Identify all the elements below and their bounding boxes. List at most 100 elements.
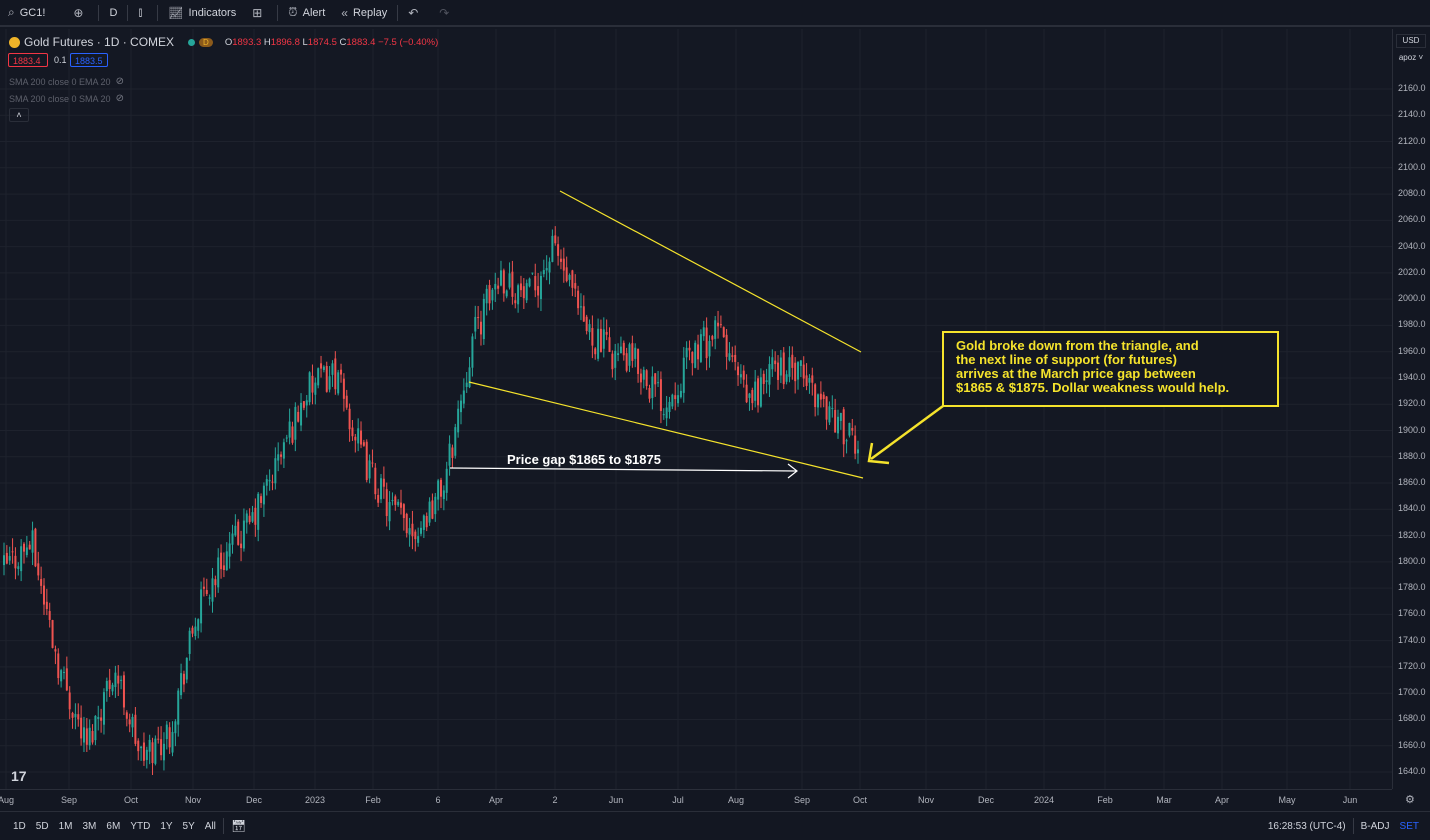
- goto-date-icon[interactable]: 📅︎: [226, 819, 251, 833]
- badj-toggle[interactable]: B-ADJ: [1356, 821, 1395, 832]
- layouts-button[interactable]: ⊞: [244, 0, 275, 26]
- chart-pane[interactable]: 17: [0, 29, 1392, 789]
- candle-body: [397, 501, 400, 506]
- candle-body: [739, 374, 742, 378]
- candle-body: [422, 515, 425, 530]
- candle-body: [414, 531, 417, 540]
- price-chart[interactable]: 17: [0, 29, 1392, 789]
- candle-body: [551, 235, 554, 262]
- candle-body: [662, 414, 665, 416]
- candle-body: [845, 440, 848, 442]
- currency-selector[interactable]: USD: [1396, 34, 1426, 48]
- indicator-row-2[interactable]: SMA 200 close 0 SMA 20 ⊘: [9, 93, 124, 104]
- indicators-button[interactable]: 📈︎ Indicators: [160, 0, 244, 26]
- candle-body: [465, 382, 468, 387]
- candle-body: [57, 653, 60, 679]
- note-line: the next line of support (for futures): [956, 352, 1177, 367]
- range-5d[interactable]: 5D: [31, 821, 54, 832]
- callout-note[interactable]: Gold broke down from the triangle, and t…: [942, 331, 1279, 407]
- candle-body: [345, 395, 348, 408]
- price-label: 1900.0: [1398, 424, 1426, 435]
- toolbar-divider: [397, 4, 399, 21]
- candle-body: [325, 365, 328, 392]
- candle-body: [602, 329, 605, 349]
- range-ytd[interactable]: YTD: [125, 821, 155, 832]
- range-5y[interactable]: 5Y: [178, 821, 200, 832]
- range-1d[interactable]: 1D: [8, 821, 31, 832]
- upper-trendline: [559, 190, 862, 353]
- collapse-legend-button[interactable]: ˄: [9, 108, 29, 122]
- eye-off-icon[interactable]: ⊘: [116, 76, 124, 87]
- candle-body: [742, 370, 745, 380]
- candle-body: [3, 555, 5, 566]
- candle-body: [442, 490, 445, 500]
- candle-body: [308, 372, 311, 403]
- alarm-icon: ⏰︎: [288, 5, 298, 19]
- candle-body: [794, 362, 797, 382]
- session-toggle[interactable]: SET: [1395, 821, 1424, 832]
- undo-icon: ↶: [408, 5, 419, 20]
- candle-body: [694, 342, 697, 368]
- chart-type-button[interactable]: ⫾: [130, 0, 155, 26]
- symbol-search[interactable]: ⌕ GC1!: [0, 0, 53, 26]
- sell-price-box[interactable]: 1883.4: [8, 53, 48, 67]
- candle-body: [134, 714, 137, 744]
- alert-button[interactable]: ⏰︎ Alert: [280, 0, 333, 26]
- candle-body: [31, 530, 34, 553]
- candle-body: [34, 528, 37, 567]
- time-axis-settings-icon[interactable]: ⚙: [1405, 793, 1415, 806]
- candle-body: [717, 322, 720, 327]
- range-1y[interactable]: 1Y: [155, 821, 177, 832]
- buy-price-box[interactable]: 1883.5: [70, 53, 108, 67]
- candle-body: [51, 620, 54, 648]
- compare-button[interactable]: ⊕: [53, 0, 96, 26]
- candle-body: [505, 290, 508, 297]
- undo-button[interactable]: ↶: [400, 0, 431, 26]
- price-label: 1680.0: [1398, 713, 1426, 724]
- candle-body: [37, 563, 40, 576]
- candle-body: [380, 478, 383, 500]
- candle-body: [525, 283, 528, 301]
- clock-time[interactable]: 16:28:53 (UTC-4): [1263, 821, 1351, 832]
- candle-body: [405, 513, 408, 534]
- gap-label[interactable]: Price gap $1865 to $1875: [507, 452, 661, 467]
- range-all[interactable]: All: [200, 821, 221, 832]
- candle-body: [182, 673, 185, 685]
- replay-button[interactable]: « Replay: [333, 0, 395, 26]
- range-1m[interactable]: 1M: [54, 821, 78, 832]
- indicator-row-1[interactable]: SMA 200 close 0 EMA 20 ⊘: [9, 76, 124, 87]
- candle-body: [188, 630, 191, 654]
- range-3m[interactable]: 3M: [78, 821, 102, 832]
- price-label: 2020.0: [1398, 266, 1426, 277]
- price-label: 2000.0: [1398, 293, 1426, 304]
- time-label: Sep: [793, 795, 811, 805]
- candle-body: [648, 387, 651, 399]
- note-line: $1865 & $1875. Dollar weakness would hel…: [956, 380, 1230, 395]
- redo-button[interactable]: ↷: [431, 0, 462, 26]
- candle-body: [682, 357, 685, 393]
- candle-body: [82, 727, 85, 743]
- candle-body: [697, 344, 700, 360]
- candle-body: [591, 328, 594, 346]
- candles-icon: ⫾: [138, 5, 143, 19]
- candle-body: [94, 715, 97, 741]
- candle-body: [200, 589, 203, 624]
- range-6m[interactable]: 6M: [101, 821, 125, 832]
- symbol-title[interactable]: Gold Futures · 1D · COMEX: [24, 35, 174, 49]
- candle-body: [194, 626, 197, 637]
- time-axis[interactable]: [0, 789, 1392, 811]
- candle-body: [785, 374, 788, 382]
- price-label: 1720.0: [1398, 660, 1426, 671]
- replay-label: Replay: [352, 6, 388, 19]
- candle-body: [248, 515, 251, 523]
- candle-body: [191, 627, 194, 634]
- eye-off-icon[interactable]: ⊘: [116, 93, 124, 104]
- candle-body: [637, 348, 640, 374]
- tradingview-logo: 17: [11, 768, 27, 784]
- time-label: 2: [552, 795, 558, 805]
- interval-label: D: [109, 6, 118, 19]
- time-label: Mar: [1156, 795, 1172, 805]
- unit-selector[interactable]: apoz ˅: [1396, 52, 1426, 66]
- interval-button[interactable]: D: [101, 0, 125, 26]
- candle-body: [502, 270, 505, 294]
